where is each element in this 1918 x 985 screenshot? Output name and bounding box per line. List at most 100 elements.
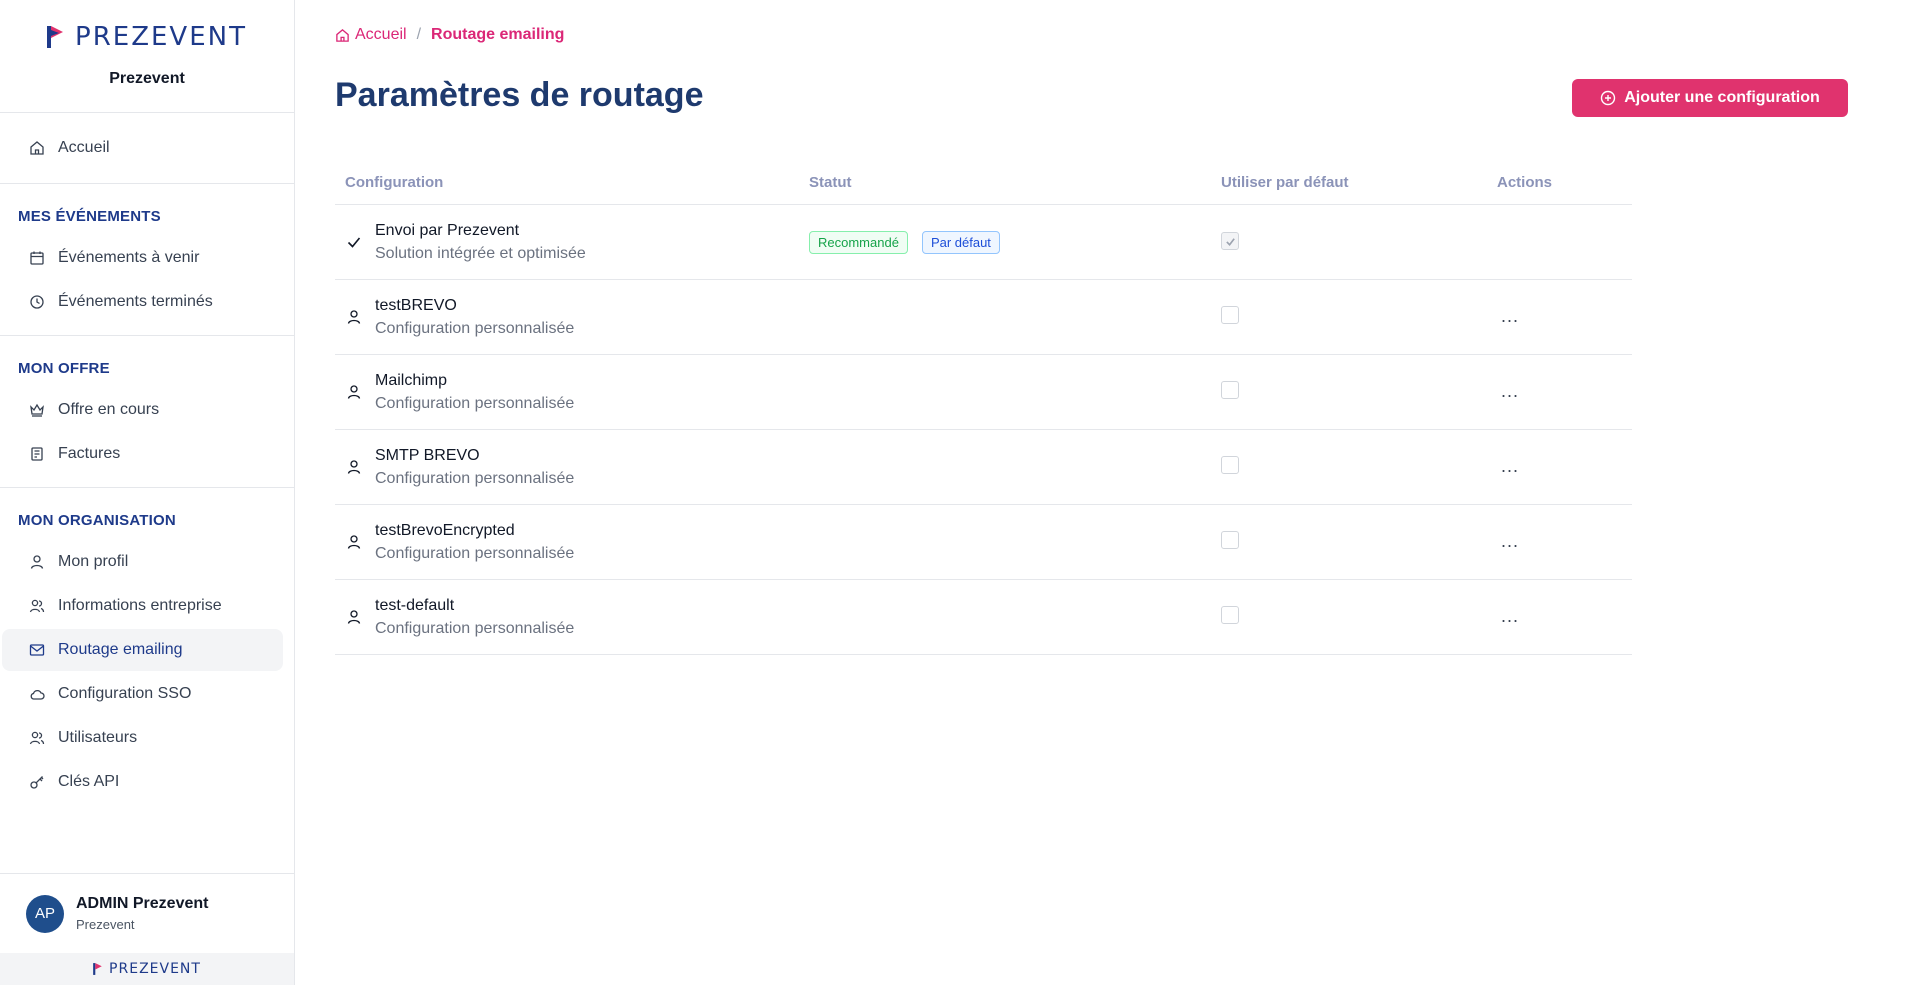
header-status: Statut (809, 173, 852, 191)
footer-brand: PREZEVENT (0, 953, 294, 985)
user-icon (345, 383, 363, 401)
sidebar: PREZEVENT Prezevent Accueil MES ÉVÉNEMEN… (0, 0, 295, 985)
sidebar-item-accueil[interactable]: Accueil (2, 127, 283, 169)
table-row: Envoi par Prezevent Solution intégrée et… (335, 205, 1632, 280)
configuration-cell: Envoi par Prezevent Solution intégrée et… (335, 222, 809, 263)
user-icon (345, 308, 363, 326)
default-checkbox (1221, 232, 1239, 251)
section-title-organization: MON ORGANISATION (18, 512, 176, 529)
sidebar-item-invoices[interactable]: Factures (2, 433, 283, 475)
more-actions-button[interactable]: ... (1497, 456, 1519, 476)
table-row: SMTP BREVO Configuration personnalisée .… (335, 430, 1632, 505)
brand-header: PREZEVENT Prezevent (0, 0, 294, 113)
configuration-name: Mailchimp (375, 371, 448, 389)
header-configuration: Configuration (345, 173, 444, 191)
section-title-events: MES ÉVÉNEMENTS (18, 208, 161, 225)
default-checkbox[interactable] (1221, 305, 1239, 324)
default-checkbox[interactable] (1221, 530, 1239, 549)
invoice-icon (28, 445, 46, 463)
more-actions-button[interactable]: ... (1497, 381, 1519, 401)
table-body: Envoi par Prezevent Solution intégrée et… (335, 205, 1632, 655)
sidebar-item-profile[interactable]: Mon profil (2, 541, 283, 583)
user-organization: Prezevent (76, 917, 135, 932)
table-row: test-default Configuration personnalisée… (335, 580, 1632, 655)
default-badge: Par défaut (921, 230, 1000, 254)
default-checkbox[interactable] (1221, 605, 1239, 624)
sidebar-item-label: Accueil (58, 139, 110, 156)
brand-logo[interactable]: PREZEVENT (47, 22, 247, 52)
configuration-cell: Mailchimp Configuration personnalisée (335, 372, 809, 413)
sidebar-item-label: Offre en cours (58, 401, 160, 418)
configuration-description: Solution intégrée et optimisée (375, 244, 586, 262)
users-icon (28, 729, 46, 747)
configuration-cell: testBrevoEncrypted Configuration personn… (335, 522, 809, 563)
avatar: AP (26, 894, 64, 933)
sidebar-item-users[interactable]: Utilisateurs (2, 717, 283, 759)
user-name: ADMIN Prezevent (76, 895, 209, 912)
nav-section-home: Accueil (0, 113, 294, 184)
sidebar-item-email-routing[interactable]: Routage emailing (2, 629, 283, 671)
sidebar-item-label: Routage emailing (58, 641, 183, 658)
actions-cell: ... (1497, 307, 1632, 327)
sidebar-item-label: Événements terminés (58, 293, 213, 310)
more-actions-button[interactable]: ... (1497, 606, 1519, 626)
checkmark-icon (1225, 237, 1235, 246)
user-icon (345, 458, 363, 476)
more-actions-button[interactable]: ... (1497, 531, 1519, 551)
breadcrumb-home[interactable]: Accueil (335, 26, 407, 44)
add-configuration-button[interactable]: Ajouter une configuration (1572, 79, 1848, 117)
sidebar-item-label: Factures (58, 445, 121, 462)
configuration-name: SMTP BREVO (375, 446, 480, 464)
plus-circle-icon (1601, 90, 1616, 106)
home-icon (28, 139, 46, 157)
user-icon (28, 553, 46, 571)
footer-brand-name: PREZEVENT (109, 961, 201, 977)
nav-section-offer: MON OFFRE Offre en cours Factures (0, 336, 294, 488)
mail-icon (28, 641, 46, 659)
key-icon (28, 773, 46, 791)
user-icon (345, 533, 363, 551)
routing-table: Configuration Statut Utiliser par défaut… (335, 160, 1632, 655)
sidebar-item-current-offer[interactable]: Offre en cours (2, 389, 283, 431)
user-icon (345, 608, 363, 626)
table-row: Mailchimp Configuration personnalisée ..… (335, 355, 1632, 430)
prezevent-logo-icon (93, 963, 102, 975)
sidebar-item-label: Configuration SSO (58, 685, 192, 702)
configuration-description: Configuration personnalisée (375, 469, 575, 487)
main-content: Accueil / Routage emailing Paramètres de… (335, 0, 1918, 985)
sidebar-item-finished-events[interactable]: Événements terminés (2, 281, 283, 323)
default-checkbox[interactable] (1221, 380, 1239, 399)
sidebar-item-label: Événements à venir (58, 249, 200, 266)
user-profile-box[interactable]: AP ADMIN Prezevent Prezevent (0, 873, 294, 953)
configuration-name: testBrevoEncrypted (375, 521, 515, 539)
calendar-icon (28, 249, 46, 267)
check-icon (345, 233, 363, 251)
sidebar-item-label: Clés API (58, 773, 120, 790)
configuration-description: Configuration personnalisée (375, 394, 575, 412)
breadcrumb-separator: / (416, 26, 422, 43)
more-actions-button[interactable]: ... (1497, 306, 1519, 326)
breadcrumb: Accueil / Routage emailing (335, 26, 564, 44)
sidebar-item-sso[interactable]: Configuration SSO (2, 673, 283, 715)
sidebar-item-upcoming-events[interactable]: Événements à venir (2, 237, 283, 279)
default-cell (1221, 380, 1497, 404)
nav-section-events: MES ÉVÉNEMENTS Événements à venir Événem… (0, 184, 294, 336)
actions-cell: ... (1497, 607, 1632, 627)
sidebar-item-company-info[interactable]: Informations entreprise (2, 585, 283, 627)
breadcrumb-home-label: Accueil (355, 26, 407, 43)
default-checkbox[interactable] (1221, 455, 1239, 474)
configuration-cell: testBREVO Configuration personnalisée (335, 297, 809, 338)
configuration-cell: SMTP BREVO Configuration personnalisée (335, 447, 809, 488)
header-actions: Actions (1497, 173, 1553, 191)
configuration-cell: test-default Configuration personnalisée (335, 597, 809, 638)
home-icon (336, 28, 349, 42)
sidebar-item-api-keys[interactable]: Clés API (2, 761, 283, 803)
brand-name: PREZEVENT (75, 22, 247, 52)
configuration-name: Envoi par Prezevent (375, 221, 520, 239)
actions-cell: ... (1497, 532, 1632, 552)
breadcrumb-current: Routage emailing (431, 26, 565, 43)
nav-section-organization: MON ORGANISATION Mon profil Informations… (0, 488, 294, 815)
sidebar-item-label: Informations entreprise (58, 597, 222, 614)
default-cell (1221, 455, 1497, 479)
cloud-icon (28, 685, 46, 703)
